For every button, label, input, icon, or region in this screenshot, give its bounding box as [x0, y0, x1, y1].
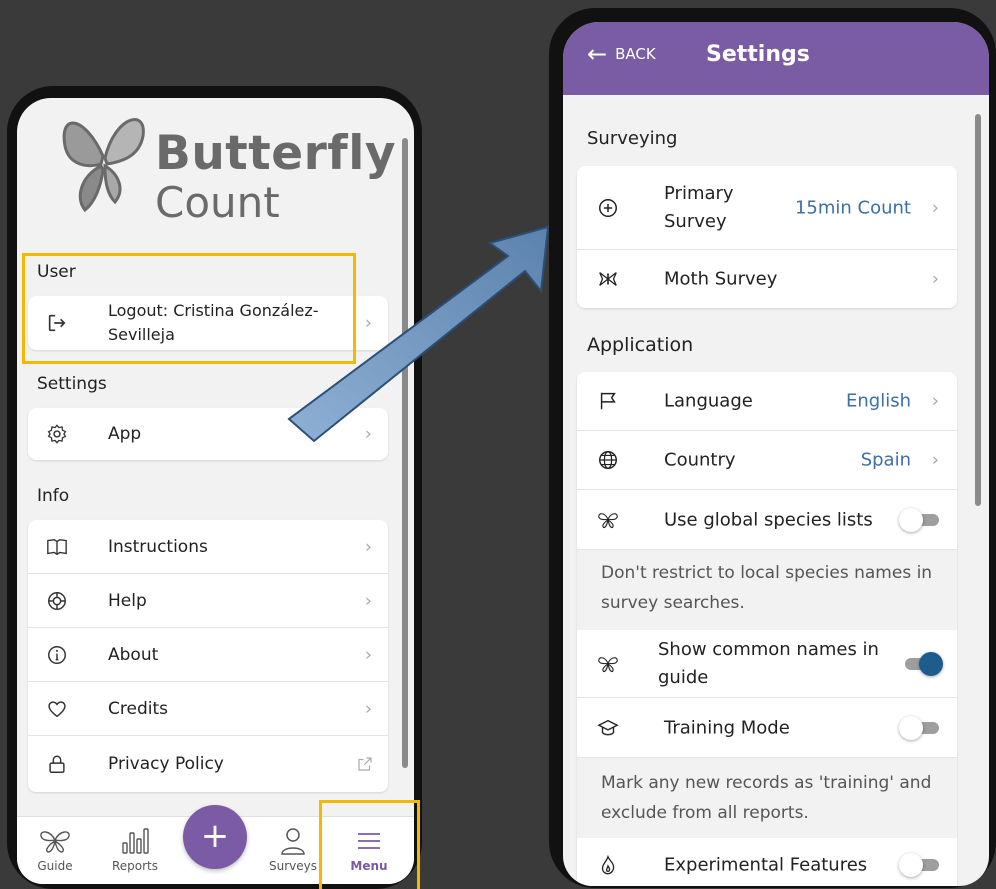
callout-arrow-shape: [287, 225, 550, 443]
callout-arrow: [287, 225, 550, 443]
